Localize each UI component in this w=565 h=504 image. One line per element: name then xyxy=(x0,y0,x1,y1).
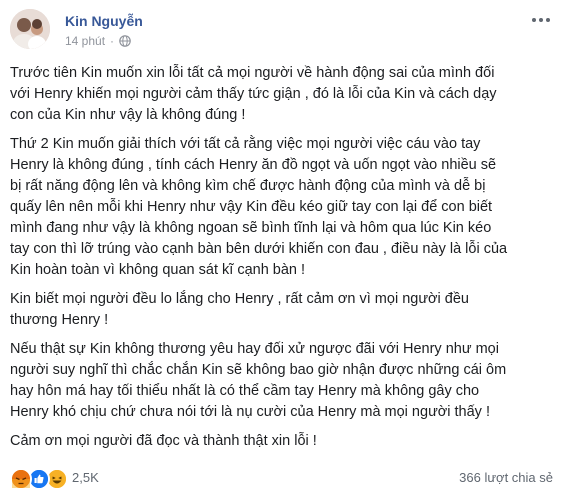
reaction-icons[interactable] xyxy=(10,468,68,490)
dot-icon xyxy=(532,18,536,22)
paragraph-line: Kin biết mọi người đều lo lắng cho Henry… xyxy=(10,291,469,307)
post-paragraph: Trước tiên Kin muốn xin lỗi tất cả mọi n… xyxy=(10,63,555,126)
paragraph-line: Henry là không đúng , tính cách Henry ăn… xyxy=(10,157,497,173)
post-content: Trước tiên Kin muốn xin lỗi tất cả mọi n… xyxy=(10,63,555,460)
more-options-button[interactable] xyxy=(529,11,553,29)
paragraph-line: Thứ 2 Kin muốn giải thích với tất cả rằn… xyxy=(10,136,481,152)
paragraph-line: Kin hoàn toàn vì không quan sát kĩ cạnh … xyxy=(10,262,306,278)
paragraph-line: thương Henry ! xyxy=(10,312,109,328)
paragraph-line: quấy lên nên mỗi khi Henry như vậy Kin đ… xyxy=(10,199,493,215)
paragraph-line: con của Kin như vậy là không đúng ! xyxy=(10,107,246,123)
globe-icon[interactable] xyxy=(119,35,131,47)
post-footer: 2,5K 366 lượt chia sẻ xyxy=(10,464,555,492)
dot-icon xyxy=(539,18,543,22)
meta-separator: · xyxy=(110,34,115,48)
paragraph-line: Cảm ơn mọi người đã đọc và thành thật xi… xyxy=(10,433,317,449)
author-name[interactable]: Kin Nguyễn xyxy=(65,13,143,29)
avatar[interactable] xyxy=(10,9,50,49)
post-paragraph: Thứ 2 Kin muốn giải thích với tất cả rằn… xyxy=(10,134,555,281)
post-paragraph: Kin biết mọi người đều lo lắng cho Henry… xyxy=(10,289,555,331)
post-paragraph: Cảm ơn mọi người đã đọc và thành thật xi… xyxy=(10,431,555,452)
paragraph-line: Henry khó chịu chứ chưa nói tới là nụ cư… xyxy=(10,404,490,420)
post-paragraph: Nếu thật sự Kin không thương yêu hay đối… xyxy=(10,339,555,423)
paragraph-line: với Henry khiến mọi người cảm thấy tức g… xyxy=(10,86,497,102)
post-meta: 14 phút · xyxy=(65,34,131,48)
share-count[interactable]: 366 lượt chia sẻ xyxy=(459,470,553,485)
post-header: Kin Nguyễn 14 phút · xyxy=(10,9,555,53)
reaction-count[interactable]: 2,5K xyxy=(72,470,99,485)
paragraph-line: người suy nghĩ thì chắc chắn Kin sẽ khôn… xyxy=(10,362,507,378)
paragraph-line: bị rất năng động lên và không kìm chế đư… xyxy=(10,178,486,194)
dot-icon xyxy=(546,18,550,22)
paragraph-line: hay hôn má hay tối thiểu nhất là có thể … xyxy=(10,383,480,399)
paragraph-line: tay con thì lỡ trúng vào cạnh bàn bên dư… xyxy=(10,241,508,257)
avatar-image xyxy=(10,9,50,49)
paragraph-line: Trước tiên Kin muốn xin lỗi tất cả mọi n… xyxy=(10,65,495,81)
angry-icon xyxy=(10,468,32,490)
paragraph-line: Nếu thật sự Kin không thương yêu hay đối… xyxy=(10,341,499,357)
post-time[interactable]: 14 phút xyxy=(65,34,105,48)
paragraph-line: mình đang như vậy là không ngoan sẽ bình… xyxy=(10,220,492,236)
